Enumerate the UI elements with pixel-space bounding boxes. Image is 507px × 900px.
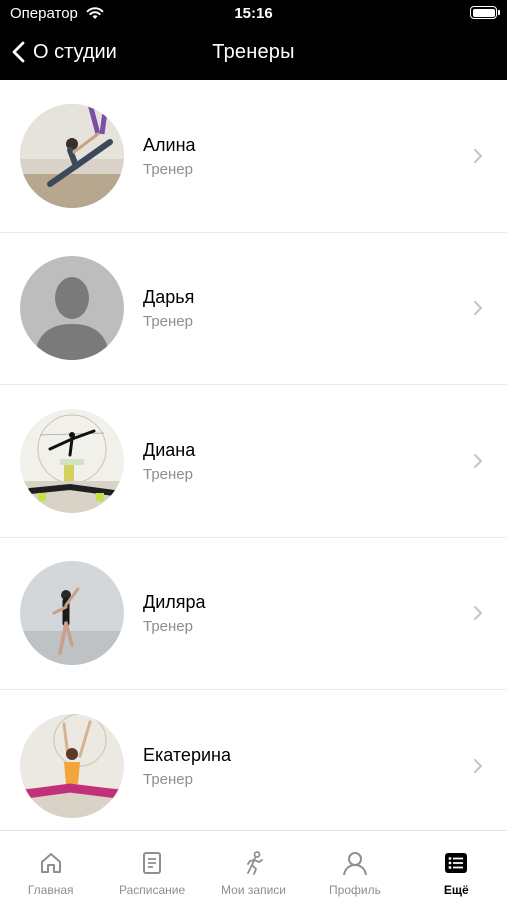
trainer-avatar bbox=[20, 713, 124, 818]
trainer-role: Тренер bbox=[143, 465, 193, 483]
tab-profile[interactable]: Профиль bbox=[304, 831, 405, 900]
tab-label: Главная bbox=[27, 883, 74, 897]
trainer-role: Тренер bbox=[143, 313, 193, 331]
clock: 15:16 bbox=[234, 5, 273, 22]
page-title: Тренеры bbox=[212, 41, 295, 63]
trainer-avatar bbox=[20, 408, 124, 513]
trainer-name: Диляра bbox=[143, 592, 206, 613]
trainer-row-ekaterina[interactable]: Екатерина Тренер bbox=[0, 690, 507, 843]
trainer-name: Екатерина bbox=[143, 744, 231, 765]
trainer-avatar bbox=[20, 103, 124, 208]
trainer-list: Алина Тренер Дарья Тренер Диана Тренер Д… bbox=[0, 80, 507, 843]
trainer-role: Тренер bbox=[143, 160, 193, 178]
tab-label: Расписание bbox=[119, 883, 186, 897]
tab-label: Мои записи bbox=[221, 883, 286, 897]
tab-bar: Главная Расписание Мои записи Профиль Ещ… bbox=[0, 830, 507, 900]
tab-home[interactable]: Главная bbox=[0, 831, 101, 900]
battery-icon bbox=[470, 6, 500, 19]
status-bar: Оператор 15:16 bbox=[0, 0, 507, 28]
chevron-right-icon bbox=[474, 148, 482, 163]
trainer-name: Диана bbox=[143, 439, 196, 460]
trainer-avatar bbox=[20, 256, 124, 361]
chevron-right-icon bbox=[474, 758, 482, 773]
tab-label: Профиль bbox=[329, 883, 381, 897]
trainer-role: Тренер bbox=[143, 618, 193, 636]
trainer-name: Алина bbox=[143, 134, 196, 155]
document-icon bbox=[138, 849, 166, 877]
trainer-avatar bbox=[20, 561, 124, 666]
top-header: Оператор 15:16 О студии Тренеры bbox=[0, 0, 507, 80]
home-icon bbox=[37, 849, 65, 877]
trainer-row-darya[interactable]: Дарья Тренер bbox=[0, 232, 507, 385]
tab-more[interactable]: Ещё bbox=[406, 831, 507, 900]
trainer-row-dilyara[interactable]: Диляра Тренер bbox=[0, 537, 507, 690]
chevron-right-icon bbox=[474, 453, 482, 468]
running-person-icon bbox=[240, 849, 268, 877]
list-icon bbox=[442, 849, 470, 877]
chevron-right-icon bbox=[474, 301, 482, 316]
trainer-role: Тренер bbox=[143, 770, 193, 788]
trainer-row-alina[interactable]: Алина Тренер bbox=[0, 80, 507, 233]
chevron-right-icon bbox=[474, 606, 482, 621]
tab-my-bookings[interactable]: Мои записи bbox=[203, 831, 304, 900]
trainer-row-diana[interactable]: Диана Тренер bbox=[0, 385, 507, 538]
tab-label: Ещё bbox=[443, 883, 469, 897]
person-icon bbox=[341, 849, 369, 877]
tab-schedule[interactable]: Расписание bbox=[101, 831, 202, 900]
navigation-bar: О студии Тренеры bbox=[0, 32, 507, 72]
trainer-name: Дарья bbox=[143, 287, 195, 308]
